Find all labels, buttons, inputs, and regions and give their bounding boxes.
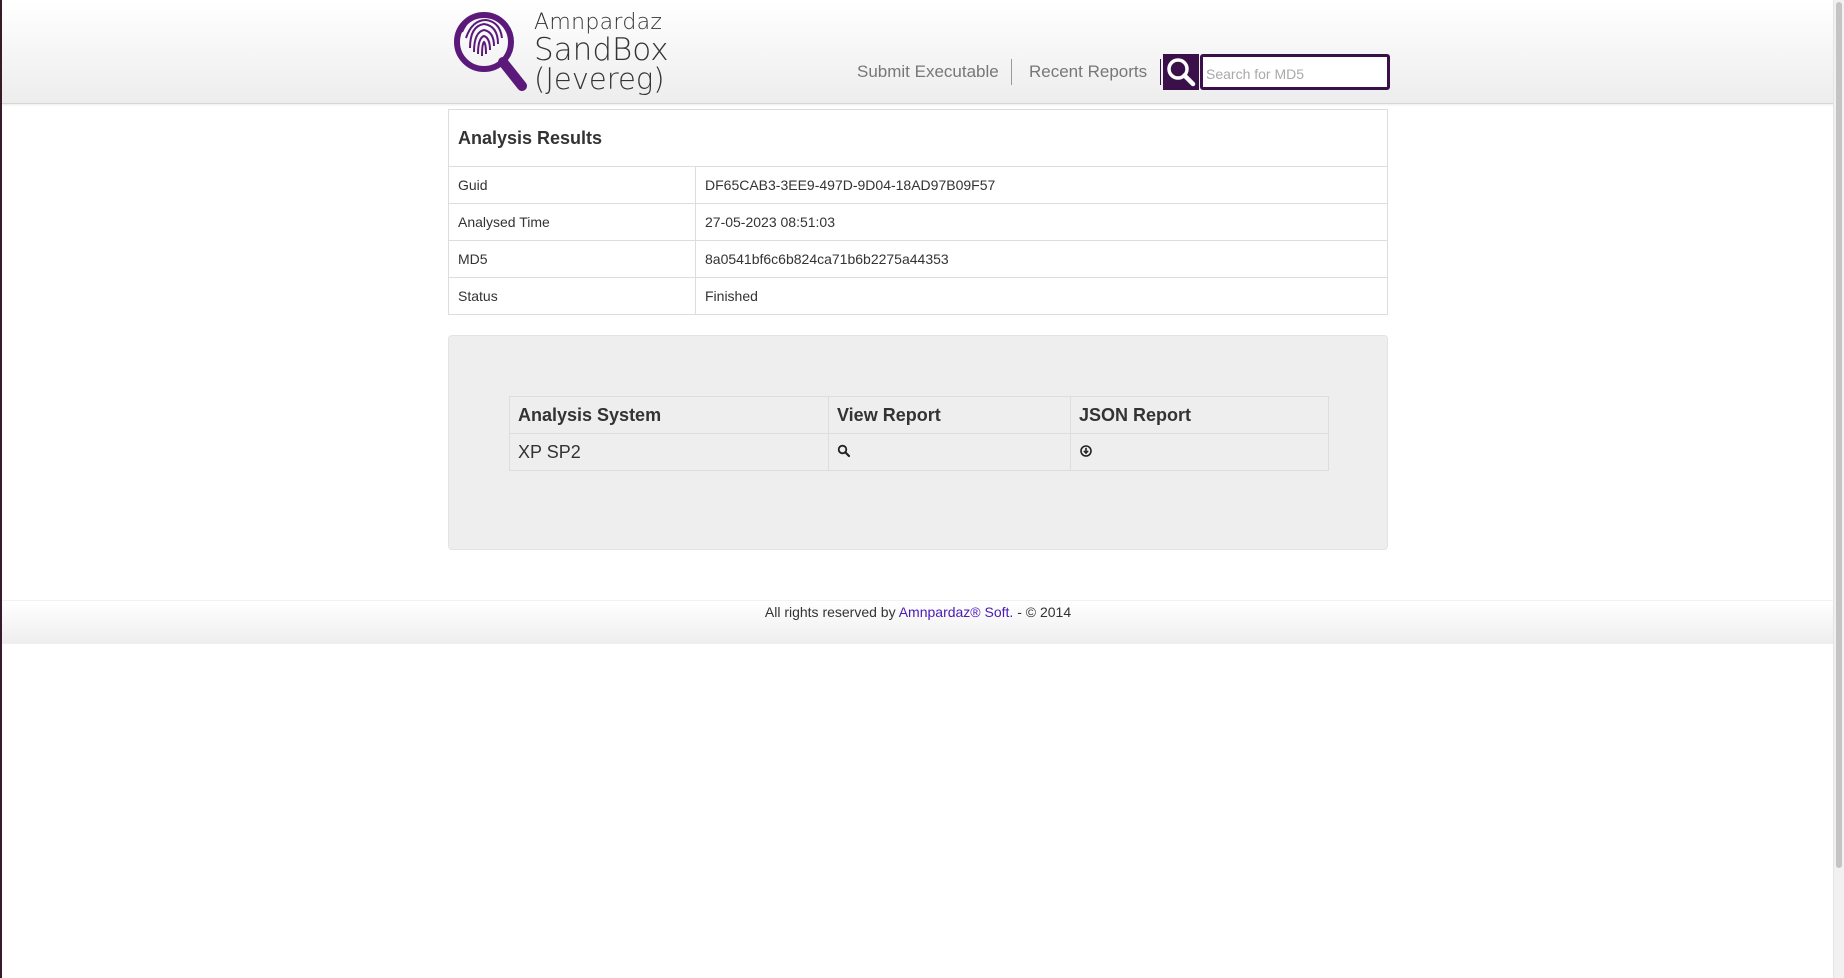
logo-line-codename: (Jevereg) [534, 62, 665, 96]
json-report-download-link[interactable] [1079, 442, 1093, 457]
field-label: Status [449, 278, 696, 314]
sandbox-logo[interactable]: Amnpardaz SandBox (Jevereg) [450, 8, 670, 96]
search-button[interactable] [1163, 54, 1199, 90]
field-value: Finished [705, 288, 758, 304]
analysis-systems-table: Analysis System View Report JSON Report … [509, 396, 1329, 471]
company-link[interactable]: Amnpardaz® Soft. [899, 604, 1014, 620]
field-label: MD5 [449, 241, 696, 277]
search-icon [837, 444, 851, 457]
field-label: Analysed Time [449, 204, 696, 240]
site-footer: All rights reserved by Amnpardaz® Soft. … [2, 600, 1834, 644]
table-row: Analysed Time 27-05-2023 08:51:03 [449, 204, 1387, 241]
column-header: JSON Report [1070, 396, 1329, 434]
view-report-link[interactable] [837, 442, 851, 457]
window-left-edge [0, 0, 2, 978]
field-value: DF65CAB3-3EE9-497D-9D04-18AD97B09F57 [705, 177, 996, 193]
field-label: Guid [449, 167, 696, 203]
table-row: MD5 8a0541bf6c6b824ca71b6b2275a44353 [449, 241, 1387, 278]
nav-recent-reports[interactable]: Recent Reports [1029, 62, 1147, 86]
download-icon [1080, 444, 1092, 457]
md5-search-input[interactable] [1200, 54, 1390, 90]
scrollbar-thumb[interactable] [1836, 2, 1842, 868]
view-report-cell [828, 433, 1071, 471]
nav-divider [1011, 59, 1012, 85]
field-value: 8a0541bf6c6b824ca71b6b2275a44353 [705, 251, 949, 267]
search-icon [1167, 58, 1196, 87]
table-row: XP SP2 [509, 433, 1329, 471]
fingerprint-magnifier-icon [454, 12, 527, 91]
field-value: 27-05-2023 08:51:03 [705, 214, 835, 230]
site-header: Amnpardaz SandBox (Jevereg) Submit Execu… [2, 0, 1834, 104]
nav-divider [1160, 59, 1161, 85]
panel-title: Analysis Results [449, 110, 1387, 167]
logo-line-company: Amnpardaz [534, 10, 663, 35]
json-report-cell [1070, 433, 1329, 471]
footer-copyright: - © 2014 [1017, 604, 1072, 620]
table-row: Status Finished [449, 278, 1387, 314]
analysis-systems-well: Analysis System View Report JSON Report … [448, 335, 1388, 550]
footer-text: All rights reserved by [764, 604, 896, 620]
analysis-system-name: XP SP2 [509, 433, 829, 471]
table-row: Guid DF65CAB3-3EE9-497D-9D04-18AD97B09F5… [449, 167, 1387, 204]
vertical-scrollbar[interactable] [1833, 0, 1844, 978]
column-header: Analysis System [509, 396, 829, 434]
column-header: View Report [828, 396, 1071, 434]
analysis-results-panel: Analysis Results Guid DF65CAB3-3EE9-497D… [448, 109, 1388, 315]
logo-wordmark: Amnpardaz SandBox (Jevereg) [534, 12, 669, 94]
table-header-row: Analysis System View Report JSON Report [509, 396, 1329, 434]
nav-submit-executable[interactable]: Submit Executable [857, 62, 999, 86]
